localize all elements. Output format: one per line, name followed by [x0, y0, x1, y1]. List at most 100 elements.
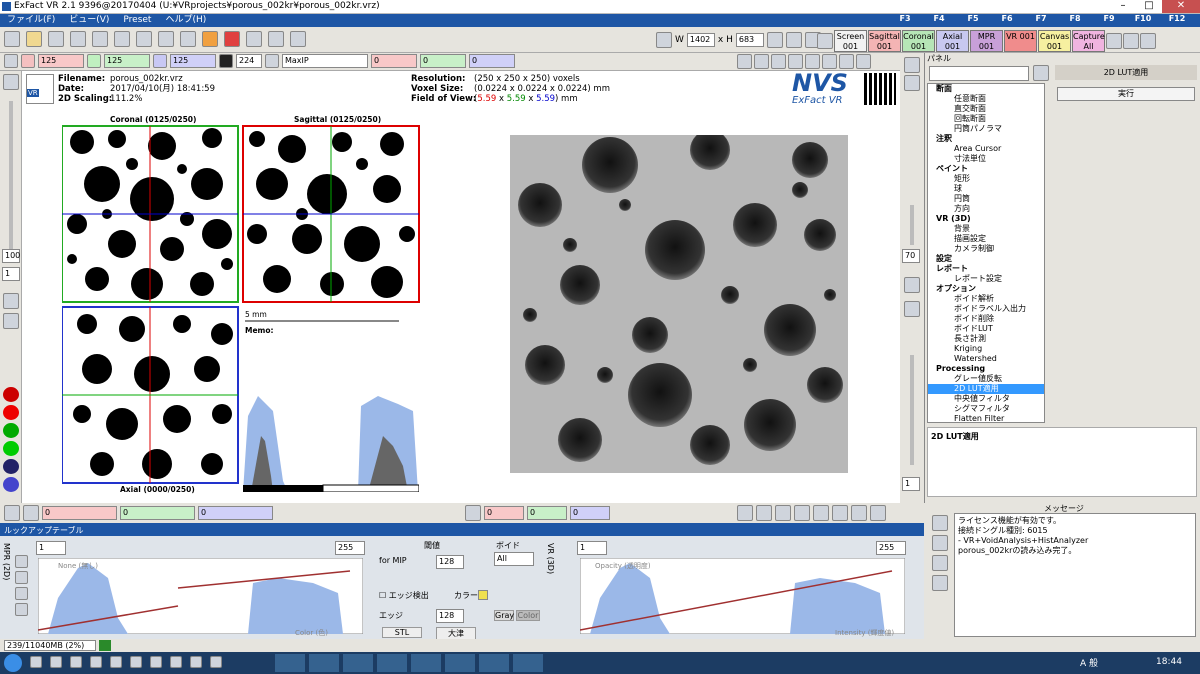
view-capture-all-button[interactable]: Capture All [1072, 30, 1105, 52]
tree-item[interactable]: 円筒パノラマ [928, 124, 1044, 134]
open-folder-icon[interactable] [26, 31, 42, 47]
mpr-max-field[interactable]: 255 [335, 541, 365, 555]
zoom-field[interactable]: 100 [2, 249, 20, 263]
value-field-blue[interactable]: 0 [469, 54, 515, 68]
panel-options-icon[interactable] [1033, 65, 1049, 81]
vr-tab[interactable]: VR (3D) [546, 543, 555, 574]
tool2-icon[interactable] [754, 54, 769, 69]
task-button[interactable] [513, 654, 543, 672]
tree-item[interactable]: レポート設定 [928, 274, 1044, 284]
ratio-field[interactable]: 1 [2, 267, 20, 281]
view-vr-button[interactable]: VR 001 [1004, 30, 1037, 52]
height-field[interactable]: 683 [735, 33, 764, 47]
import-icon[interactable] [92, 31, 108, 47]
void-all-select[interactable]: All [494, 552, 534, 566]
capture-icon[interactable] [224, 31, 240, 47]
task-button[interactable] [343, 654, 373, 672]
bottom-green-field[interactable]: 0 [120, 506, 195, 520]
nav-next-icon[interactable] [794, 505, 810, 521]
maximize-button[interactable]: □ [1136, 0, 1162, 13]
right-ratio-field[interactable]: 1 [902, 477, 920, 491]
robot-icon[interactable] [268, 31, 284, 47]
head-icon[interactable] [180, 31, 196, 47]
tree-item[interactable]: 中央値フィルタ [928, 394, 1044, 404]
taskbar-icon[interactable] [30, 656, 42, 668]
nav-hourglass-icon[interactable] [851, 505, 867, 521]
lock-icon[interactable] [656, 32, 672, 48]
task-button[interactable] [377, 654, 407, 672]
panel-search-input[interactable] [929, 66, 1029, 81]
tree-item[interactable]: 直交断面 [928, 104, 1044, 114]
refresh-icon[interactable] [4, 505, 20, 521]
gradient-icon[interactable] [3, 313, 19, 329]
up-icon[interactable] [15, 555, 28, 568]
fit-icon-right[interactable] [904, 277, 920, 293]
color-swatch[interactable] [478, 590, 488, 600]
view-canvas-button[interactable]: Canvas 001 [1038, 30, 1071, 52]
msg-brush-icon[interactable] [932, 535, 948, 551]
task-button[interactable] [275, 654, 305, 672]
link-icon[interactable] [23, 505, 39, 521]
axial-slice-field[interactable]: 125 [170, 54, 216, 68]
tree-item[interactable]: Kriging [928, 344, 1044, 354]
thickness-icon[interactable] [219, 54, 233, 68]
tree-item[interactable]: 方向 [928, 204, 1044, 214]
rot-green-field[interactable]: 0 [527, 506, 567, 520]
tree-item[interactable]: 背景 [928, 224, 1044, 234]
rot-blue-field[interactable]: 0 [570, 506, 610, 520]
tree-item[interactable]: 長さ計測 [928, 334, 1044, 344]
tool1-icon[interactable] [737, 54, 752, 69]
nav-down-icon[interactable] [832, 505, 848, 521]
taskbar-icon[interactable] [90, 656, 102, 668]
task-button[interactable] [411, 654, 441, 672]
tool5-icon[interactable] [805, 54, 820, 69]
tools-icon[interactable] [904, 57, 920, 73]
tree-item[interactable]: 任意断面 [928, 94, 1044, 104]
green-dot-icon[interactable] [3, 423, 19, 438]
screenshot-icon[interactable] [904, 301, 920, 317]
layout2-icon[interactable] [785, 32, 802, 48]
rot-red-field[interactable]: 0 [484, 506, 524, 520]
mode-icon[interactable] [265, 54, 279, 68]
save2-icon[interactable] [15, 587, 28, 600]
tree-item[interactable]: ボイドLUT [928, 324, 1044, 334]
save-icon[interactable] [48, 31, 64, 47]
taskbar-icon[interactable] [170, 656, 182, 668]
tree-item[interactable]: 球 [928, 184, 1044, 194]
msg-up-icon[interactable] [932, 515, 948, 531]
taskbar-icon[interactable] [70, 656, 82, 668]
tree-item[interactable]: グレー値反転 [928, 374, 1044, 384]
tool-tree[interactable]: 断面 任意断面 直交断面 回転断面 円筒パノラマ 注釈 Area Cursor 寸法単位 ペイン… [927, 83, 1045, 423]
task-button[interactable] [309, 654, 339, 672]
sample-icon[interactable] [202, 31, 218, 47]
taskbar-icon[interactable] [130, 656, 142, 668]
view-screen-button[interactable]: Screen 001 [834, 30, 867, 52]
task-button[interactable] [445, 654, 475, 672]
edge-value-field[interactable]: 128 [436, 609, 464, 623]
viewer-area[interactable]: VR Filename: Date: 2D Scaling: porous_00… [22, 71, 900, 503]
blue-half-icon[interactable] [3, 477, 19, 492]
settings-icon[interactable] [290, 31, 306, 47]
tool3-icon[interactable] [771, 54, 786, 69]
thickness-field[interactable]: 224 [236, 54, 262, 68]
axial-check-icon[interactable] [153, 54, 167, 68]
tree-item[interactable]: レポート [928, 264, 1044, 274]
gray-button[interactable]: Gray [494, 610, 514, 621]
grid-icon[interactable] [1123, 33, 1139, 49]
render-icon[interactable] [136, 31, 152, 47]
coronal-slice-field[interactable]: 125 [104, 54, 150, 68]
tree-item[interactable]: 注釈 [928, 134, 1044, 144]
layout1-icon[interactable] [766, 32, 783, 48]
tree-item[interactable]: Processing [928, 364, 1044, 374]
menu-preset[interactable]: Preset [116, 14, 158, 27]
zoom-icon-right[interactable] [904, 75, 920, 91]
bottom-blue-field[interactable]: 0 [198, 506, 273, 520]
volume-icon[interactable] [114, 31, 130, 47]
vr-render-view[interactable] [510, 135, 848, 473]
tree-item[interactable]: シグマフィルタ [928, 404, 1044, 414]
menu-view[interactable]: ビュー(V) [62, 14, 116, 27]
vr-min-field[interactable]: 1 [577, 541, 607, 555]
bottom-red-field[interactable]: 0 [42, 506, 117, 520]
nav-first-icon[interactable] [737, 505, 753, 521]
task-button[interactable] [479, 654, 509, 672]
